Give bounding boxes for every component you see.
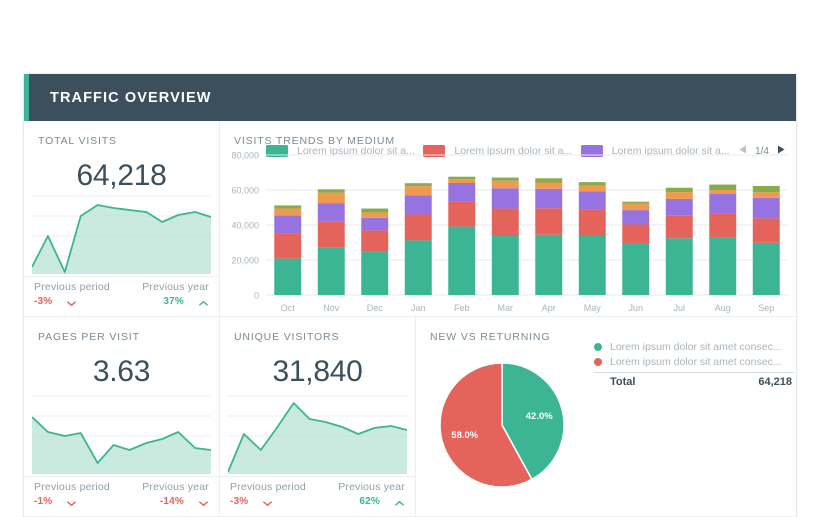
header-accent-bar xyxy=(24,74,29,121)
svg-text:Feb: Feb xyxy=(454,303,470,313)
page-title: TRAFFIC OVERVIEW xyxy=(50,90,212,106)
prev-year-label: Previous year xyxy=(142,281,209,293)
panel-header: TRAFFIC OVERVIEW xyxy=(24,74,796,121)
prev-period-delta: -3% xyxy=(230,496,248,507)
visits-trends-chart: 0 20,000 40,000 60,000 80,000 Oct Nov Dec Jan Feb… xyxy=(220,149,796,317)
svg-text:Nov: Nov xyxy=(323,303,340,313)
pie-legend-label: Lorem ipsum dolor sit amet consec... xyxy=(610,341,782,353)
svg-text:58.0%: 58.0% xyxy=(451,430,478,441)
pie-total-label: Total xyxy=(610,376,635,388)
svg-text:Oct: Oct xyxy=(281,303,296,313)
total-visits-value: 64,218 xyxy=(24,147,219,193)
prev-year-delta: 62% xyxy=(359,496,380,507)
card-new-vs-returning: NEW VS RETURNING 42.0%58.0% Lorem ipsum … xyxy=(416,317,796,517)
prev-period-label: Previous period xyxy=(230,481,308,493)
dashboard-row-bottom: PAGES PER VISIT 3.63 Previous period -1% xyxy=(24,317,796,517)
svg-text:Jun: Jun xyxy=(628,303,643,313)
pie-legend-item-0[interactable]: Lorem ipsum dolor sit amet consec... xyxy=(594,339,794,354)
total-visits-prev-period: Previous period -3% xyxy=(24,277,122,316)
card-unique-visitors: UNIQUE VISITORS 31,840 Previous period -… xyxy=(220,317,416,517)
svg-text:Jul: Jul xyxy=(673,303,685,313)
svg-text:0: 0 xyxy=(254,291,259,301)
visits-trends-chart-svg: 0 20,000 40,000 60,000 80,000 Oct Nov Dec Jan Feb… xyxy=(220,149,796,317)
pages-per-visit-prev-period: Previous period -1% xyxy=(24,477,122,516)
prev-period-label: Previous period xyxy=(34,481,112,493)
pie-legend-item-1[interactable]: Lorem ipsum dolor sit amet consec... xyxy=(594,354,794,369)
new-vs-returning-chart: 42.0% 58.0% xyxy=(426,345,606,510)
card-visits-trends: VISITS TRENDS BY MEDIUM Lorem ipsum dolo… xyxy=(220,121,796,317)
svg-text:Sep: Sep xyxy=(758,303,774,313)
svg-text:Dec: Dec xyxy=(367,303,384,313)
card-title-unique-visitors: UNIQUE VISITORS xyxy=(220,317,415,343)
card-title-pages-per-visit: PAGES PER VISIT xyxy=(24,317,219,343)
total-visits-prev-year: Previous year 37% xyxy=(122,277,220,316)
card-pages-per-visit: PAGES PER VISIT 3.63 Previous period -1% xyxy=(24,317,220,517)
unique-visitors-footer: Previous period -3% Previous year 62% xyxy=(220,476,415,516)
prev-year-label: Previous year xyxy=(142,481,209,493)
svg-text:20,000: 20,000 xyxy=(231,256,259,266)
prev-period-delta: -3% xyxy=(34,296,52,307)
chevron-down-icon xyxy=(262,496,273,507)
pie-legend-dot-icon xyxy=(594,358,602,366)
unique-visitors-prev-year: Previous year 62% xyxy=(318,477,416,516)
unique-visitors-sparkline xyxy=(228,392,407,474)
pages-per-visit-sparkline xyxy=(32,392,211,474)
chevron-up-icon xyxy=(198,296,209,307)
prev-year-delta: -14% xyxy=(160,496,184,507)
svg-text:42.0%: 42.0% xyxy=(526,411,553,422)
pie-total-row: Total 64,218 xyxy=(594,372,794,388)
prev-period-label: Previous period xyxy=(34,281,112,293)
total-visits-sparkline xyxy=(32,192,211,274)
svg-text:60,000: 60,000 xyxy=(231,186,259,196)
unique-visitors-sparkline-svg xyxy=(228,392,407,474)
chevron-up-icon xyxy=(394,496,405,507)
pages-per-visit-value: 3.63 xyxy=(24,343,219,389)
dashboard-row-top: TOTAL VISITS 64,218 Previous period -3% xyxy=(24,121,796,317)
chevron-down-icon xyxy=(66,496,77,507)
svg-text:40,000: 40,000 xyxy=(231,221,259,231)
svg-text:80,000: 80,000 xyxy=(231,151,259,161)
card-title-total-visits: TOTAL VISITS xyxy=(24,121,219,147)
svg-text:Jan: Jan xyxy=(411,303,426,313)
card-total-visits: TOTAL VISITS 64,218 Previous period -3% xyxy=(24,121,220,317)
svg-text:May: May xyxy=(584,303,602,313)
new-vs-returning-chart-svg: 42.0% 58.0% xyxy=(426,345,606,510)
pages-per-visit-footer: Previous period -1% Previous year -14% xyxy=(24,476,219,516)
unique-visitors-prev-period: Previous period -3% xyxy=(220,477,318,516)
prev-year-label: Previous year xyxy=(338,481,405,493)
svg-text:Apr: Apr xyxy=(542,303,556,313)
chevron-down-icon xyxy=(198,496,209,507)
pie-legend-label: Lorem ipsum dolor sit amet consec... xyxy=(610,356,782,368)
svg-text:Mar: Mar xyxy=(498,303,514,313)
svg-text:Aug: Aug xyxy=(715,303,731,313)
pages-per-visit-prev-year: Previous year -14% xyxy=(122,477,220,516)
pie-legend: Lorem ipsum dolor sit amet consec... Lor… xyxy=(594,339,794,388)
chevron-down-icon xyxy=(66,296,77,307)
pie-legend-dot-icon xyxy=(594,343,602,351)
dashboard-panel: TRAFFIC OVERVIEW TOTAL VISITS 64,218 Pre… xyxy=(24,74,796,517)
total-visits-footer: Previous period -3% Previous year 37% xyxy=(24,276,219,316)
pie-total-value: 64,218 xyxy=(758,376,792,388)
total-visits-sparkline-svg xyxy=(32,192,211,274)
prev-year-delta: 37% xyxy=(163,296,184,307)
pages-per-visit-sparkline-svg xyxy=(32,392,211,474)
prev-period-delta: -1% xyxy=(34,496,52,507)
unique-visitors-value: 31,840 xyxy=(220,343,415,389)
